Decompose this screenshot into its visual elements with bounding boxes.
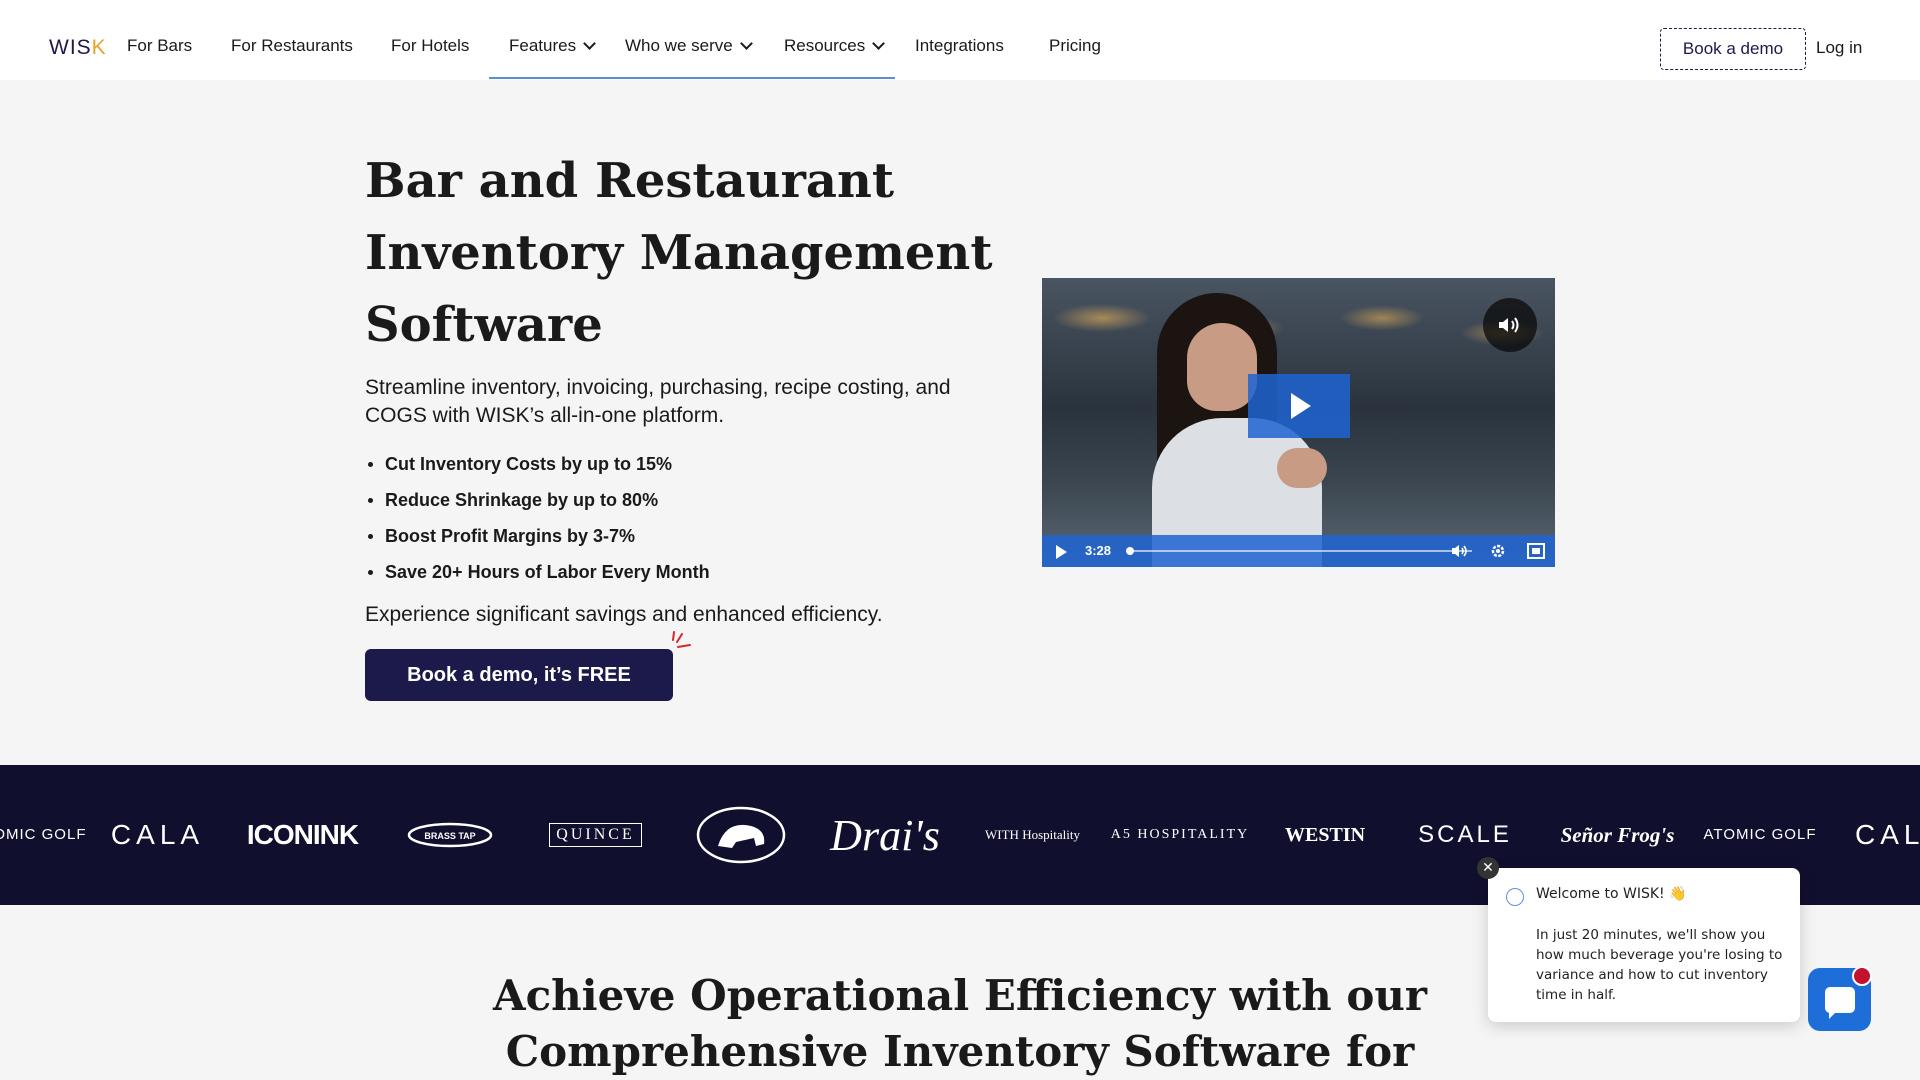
chat-welcome-text: Welcome to WISK! 👋 bbox=[1536, 886, 1687, 902]
brand-logo: A5 HOSPITALITY bbox=[1110, 827, 1250, 842]
top-nav: WISK For Bars For Restaurants For Hotels… bbox=[0, 0, 1920, 80]
nav-features[interactable]: Features bbox=[509, 36, 596, 56]
hero-title: Bar and Restaurant Inventory Management … bbox=[365, 153, 993, 353]
benefit-item: Cut Inventory Costs by up to 15% bbox=[365, 446, 710, 482]
video-player[interactable]: 3:28 bbox=[1042, 278, 1555, 567]
nav-label: For Restaurants bbox=[231, 36, 353, 55]
benefit-item: Reduce Shrinkage by up to 80% bbox=[365, 482, 710, 518]
brand-logo: BRASS TAP bbox=[424, 831, 475, 841]
video-person-hand bbox=[1277, 448, 1327, 488]
settings-gear-icon[interactable] bbox=[1488, 542, 1508, 560]
nav-for-hotels[interactable]: For Hotels bbox=[391, 36, 469, 56]
nav-label: Pricing bbox=[1049, 36, 1101, 55]
nav-resources[interactable]: Resources bbox=[784, 36, 886, 56]
play-icon bbox=[1291, 393, 1311, 419]
brand-logo: CAL bbox=[1855, 819, 1920, 850]
nav-for-bars[interactable]: For Bars bbox=[127, 36, 192, 56]
unmute-button[interactable] bbox=[1483, 298, 1537, 352]
nav-label: For Hotels bbox=[391, 36, 470, 55]
hero-note: Experience significant savings and enhan… bbox=[365, 603, 883, 626]
chat-notification-badge bbox=[1852, 966, 1872, 986]
video-person-face bbox=[1187, 323, 1257, 411]
benefit-item: Boost Profit Margins by 3-7% bbox=[365, 518, 710, 554]
brass-tap-emblem: BRASS TAP bbox=[407, 822, 493, 848]
nav-label: Features bbox=[509, 36, 577, 55]
nav-label: Resources bbox=[784, 36, 866, 55]
brand-logo: ICONINK bbox=[246, 819, 359, 850]
chevron-down-icon bbox=[872, 37, 886, 50]
chevron-down-icon bbox=[739, 37, 753, 50]
chat-message-text: In just 20 minutes, we'll show you how m… bbox=[1536, 927, 1783, 1003]
play-button[interactable] bbox=[1248, 374, 1350, 438]
benefit-item: Save 20+ Hours of Labor Every Month bbox=[365, 554, 710, 590]
fullscreen-icon[interactable] bbox=[1526, 542, 1546, 560]
brand-logo: WESTIN bbox=[1284, 823, 1366, 846]
nav-label: Integrations bbox=[915, 36, 1004, 55]
brand-logo: QUINCE bbox=[549, 823, 642, 847]
bear-emblem bbox=[696, 806, 786, 864]
nav-for-restaurants[interactable]: For Restaurants bbox=[231, 36, 353, 56]
chat-avatar-icon bbox=[1506, 888, 1524, 906]
logo-accent: K bbox=[91, 36, 107, 59]
chat-bubble-icon bbox=[1824, 986, 1855, 1019]
section-title: Achieve Operational Efficiency with our … bbox=[492, 971, 1427, 1076]
nav-label: For Bars bbox=[127, 36, 193, 55]
nav-integrations[interactable]: Integrations bbox=[915, 36, 1004, 56]
logo-text: WIS bbox=[49, 36, 92, 59]
brand-logo-brass-tap: BRASS TAP bbox=[400, 765, 500, 905]
book-demo-button[interactable]: Book a demo bbox=[1660, 28, 1806, 70]
brand-logo-quince: QUINCE bbox=[548, 765, 643, 905]
nav-pricing[interactable]: Pricing bbox=[1049, 36, 1101, 56]
nav-label: Who we serve bbox=[625, 36, 733, 55]
nav-hover-underline bbox=[489, 77, 895, 79]
video-progress-knob[interactable] bbox=[1126, 547, 1134, 555]
hero-subtitle: Streamline inventory, invoicing, purchas… bbox=[365, 376, 951, 427]
control-play-icon[interactable] bbox=[1056, 545, 1067, 559]
login-link[interactable]: Log in bbox=[1816, 38, 1862, 58]
book-demo-free-button[interactable]: Book a demo, it’s FREE bbox=[365, 649, 673, 701]
chat-close-button[interactable]: ✕ bbox=[1477, 857, 1499, 879]
benefit-list: Cut Inventory Costs by up to 15% Reduce … bbox=[365, 446, 710, 590]
nav-who-we-serve[interactable]: Who we serve bbox=[625, 36, 753, 56]
brand-logo: WITH Hospitality bbox=[985, 827, 1080, 842]
sparkle-accent-icon bbox=[672, 631, 691, 648]
brand-logo-bear bbox=[695, 765, 787, 905]
volume-icon[interactable] bbox=[1450, 542, 1470, 560]
brand-logo: ATOMIC GOLF bbox=[0, 826, 87, 843]
brand-logo: Drai's bbox=[830, 810, 940, 860]
chevron-down-icon bbox=[583, 37, 596, 50]
video-progress-bar[interactable] bbox=[1127, 550, 1472, 552]
speaker-icon bbox=[1499, 317, 1519, 333]
video-controls: 3:28 bbox=[1042, 535, 1555, 567]
wisk-logo[interactable]: WISK bbox=[49, 36, 107, 60]
chat-greeting-card[interactable]: Welcome to WISK! 👋 In just 20 minutes, w… bbox=[1488, 868, 1800, 1022]
video-duration: 3:28 bbox=[1085, 543, 1112, 558]
brand-logo: CALA bbox=[110, 819, 205, 850]
